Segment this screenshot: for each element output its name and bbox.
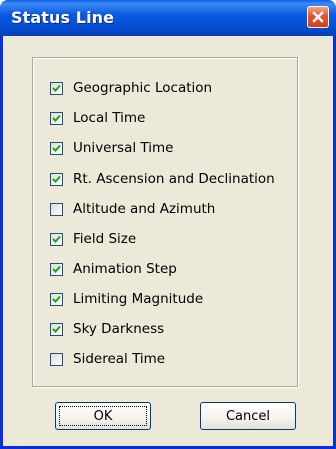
- checkbox[interactable]: [50, 352, 63, 366]
- option-row[interactable]: Animation Step: [50, 259, 177, 279]
- focus-rect: [59, 406, 147, 426]
- ok-button[interactable]: OK: [55, 402, 151, 430]
- option-row[interactable]: Altitude and Azimuth: [50, 199, 215, 219]
- option-label: Animation Step: [73, 261, 177, 277]
- checkmark-icon: [52, 295, 61, 303]
- checkmark-icon: [52, 114, 61, 122]
- option-label: Sky Darkness: [73, 321, 165, 337]
- checkmark-icon: [52, 175, 61, 183]
- dialog-title: Status Line: [11, 8, 115, 27]
- checkmark-icon: [52, 325, 61, 333]
- option-row[interactable]: Geographic Location: [50, 78, 212, 98]
- option-label: Universal Time: [73, 140, 174, 156]
- cancel-button-label: Cancel: [225, 408, 271, 424]
- checkbox[interactable]: [50, 322, 63, 336]
- option-row[interactable]: Sky Darkness: [50, 319, 164, 339]
- option-label: Altitude and Azimuth: [73, 201, 216, 217]
- option-row[interactable]: Local Time: [50, 108, 145, 128]
- option-label: Sidereal Time: [73, 351, 166, 367]
- checkbox[interactable]: [50, 141, 63, 155]
- option-label: Limiting Magnitude: [73, 291, 204, 307]
- checkbox[interactable]: [50, 111, 63, 125]
- option-label: Field Size: [73, 231, 137, 247]
- checkmark-icon: [52, 235, 61, 243]
- option-row[interactable]: Rt. Ascension and Declination: [50, 169, 275, 189]
- checkbox[interactable]: [50, 202, 63, 216]
- option-label: Local Time: [73, 110, 146, 126]
- option-label: Geographic Location: [73, 80, 213, 96]
- option-row[interactable]: Limiting Magnitude: [50, 289, 203, 309]
- checkbox[interactable]: [50, 172, 63, 186]
- checkmark-icon: [52, 265, 61, 273]
- option-label: Rt. Ascension and Declination: [73, 171, 275, 187]
- title-bar[interactable]: Status Line: [0, 0, 336, 36]
- checkmark-icon: [52, 84, 61, 92]
- option-row[interactable]: Universal Time: [50, 138, 173, 158]
- checkbox[interactable]: [50, 262, 63, 276]
- option-row[interactable]: Field Size: [50, 229, 136, 249]
- cancel-button[interactable]: Cancel: [200, 402, 296, 430]
- close-button[interactable]: [307, 6, 329, 28]
- checkbox[interactable]: [50, 292, 63, 306]
- checkbox[interactable]: [50, 232, 63, 246]
- checkmark-icon: [52, 144, 61, 152]
- close-icon: [312, 11, 324, 23]
- option-row[interactable]: Sidereal Time: [50, 349, 165, 369]
- checkbox[interactable]: [50, 81, 63, 95]
